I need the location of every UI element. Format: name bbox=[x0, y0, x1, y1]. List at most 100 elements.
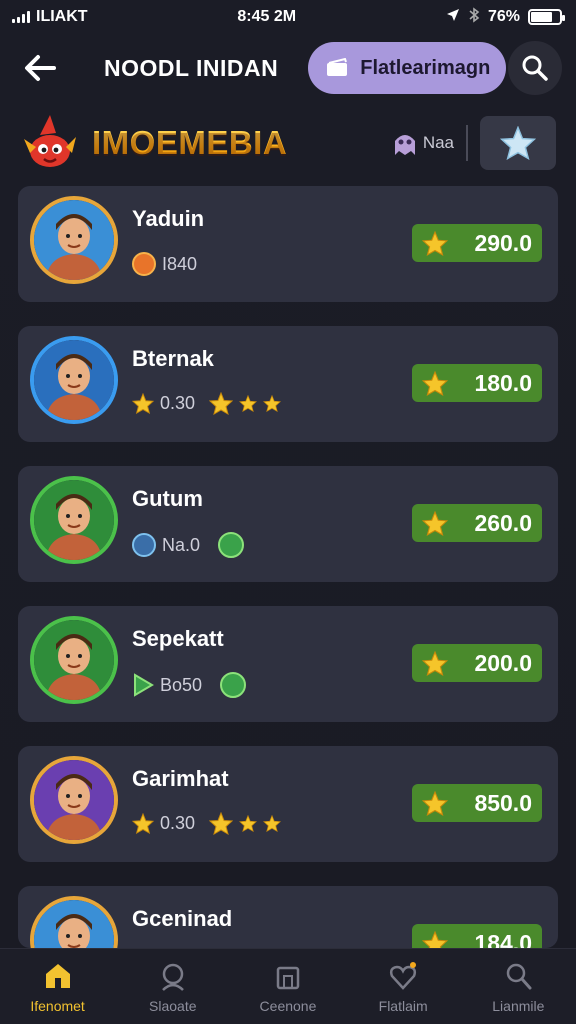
player-avatar bbox=[30, 476, 122, 568]
player-avatar-icon bbox=[34, 480, 114, 560]
brand-row: IMOEMEBIA Naa bbox=[0, 110, 576, 176]
player-avatar-icon bbox=[34, 620, 114, 700]
coin-icon bbox=[132, 533, 156, 557]
star-icon bbox=[422, 370, 448, 396]
bottom-navigation: Ifenomet Slaoate Ceenone Flatlaim Lianmile bbox=[0, 948, 576, 1024]
player-stat-value: 0.30 bbox=[160, 813, 196, 833]
score-badge: 200.0 bbox=[412, 644, 542, 682]
nav-item-search-person[interactable]: Lianmile bbox=[463, 960, 573, 1014]
battery-percent: 76% bbox=[487, 8, 520, 25]
player-card[interactable]: Sepekatt Bo50 200.0 bbox=[18, 606, 558, 722]
player-avatar-icon bbox=[34, 760, 114, 840]
player-avatar bbox=[30, 616, 122, 708]
carrier-label: ILIAKT bbox=[36, 8, 88, 25]
favorites-button[interactable] bbox=[480, 116, 556, 170]
player-stat-value: 0.30 bbox=[160, 393, 196, 413]
score-badge: 290.0 bbox=[412, 224, 542, 262]
nav-item-shop[interactable]: Ceenone bbox=[233, 960, 343, 1014]
signal-icon bbox=[12, 11, 30, 23]
player-stat-value: I840 bbox=[162, 253, 198, 274]
back-button[interactable] bbox=[20, 48, 60, 88]
score-value: 180.0 bbox=[474, 369, 532, 396]
player-stat-value: Na.0 bbox=[162, 534, 201, 555]
home-icon bbox=[45, 963, 70, 988]
player-stat: Na.0 bbox=[132, 532, 245, 558]
star-icon bbox=[209, 392, 234, 415]
search-person-icon bbox=[507, 963, 532, 989]
nav-item-label: Flatlaim bbox=[378, 997, 428, 1014]
star-icon bbox=[239, 395, 258, 412]
nav-item-label: Ifenomet bbox=[30, 997, 85, 1014]
player-avatar-icon bbox=[34, 900, 114, 948]
ghost-badge[interactable]: Naa bbox=[391, 129, 454, 157]
player-name: Gutum bbox=[132, 486, 203, 511]
player-name: Gceninad bbox=[132, 906, 233, 931]
arrow-left-icon bbox=[25, 55, 56, 81]
nav-item-label: Slaoate bbox=[149, 997, 197, 1014]
score-value: 850.0 bbox=[474, 789, 532, 816]
shop-icon bbox=[276, 966, 300, 989]
player-stat: 0.30 bbox=[132, 392, 282, 415]
player-card[interactable]: Bternak 0.30 180.0 bbox=[18, 326, 558, 442]
action-pill-label: Flatlearimagn bbox=[360, 56, 491, 79]
star-icon bbox=[422, 930, 448, 948]
player-avatar bbox=[30, 756, 122, 848]
score-badge: 260.0 bbox=[412, 504, 542, 542]
app-header: NOODL INIDAN Flatlearimagn bbox=[0, 36, 576, 100]
player-avatar-icon bbox=[34, 200, 114, 280]
play-icon bbox=[134, 673, 154, 697]
divider bbox=[466, 125, 468, 161]
nav-item-heart[interactable]: Flatlaim bbox=[348, 960, 458, 1014]
player-avatar bbox=[30, 896, 122, 948]
character-icon bbox=[161, 963, 184, 991]
player-name: Bternak bbox=[132, 346, 214, 371]
battery-icon bbox=[528, 9, 565, 25]
search-button[interactable] bbox=[508, 41, 562, 95]
star-icon bbox=[500, 126, 536, 160]
player-stat-value: Bo50 bbox=[160, 674, 203, 695]
star-icon bbox=[422, 230, 448, 256]
player-stat: I840 bbox=[132, 252, 197, 276]
status-time: 8:45 2M bbox=[237, 8, 297, 25]
action-pill-button[interactable]: Flatlearimagn bbox=[308, 42, 507, 94]
player-card[interactable]: Garimhat 0.30 850.0 bbox=[18, 746, 558, 862]
player-card[interactable]: Gceninad 184.0 bbox=[18, 886, 558, 948]
player-stat: Bo50 bbox=[132, 672, 247, 698]
score-value: 184.0 bbox=[474, 929, 532, 949]
heart-icon bbox=[390, 961, 417, 990]
mascot-logo bbox=[24, 115, 76, 167]
bluetooth-icon bbox=[468, 6, 480, 28]
player-card[interactable]: Yaduin I840 290.0 bbox=[18, 186, 558, 302]
coin-icon bbox=[132, 252, 156, 276]
score-value: 290.0 bbox=[474, 229, 532, 256]
player-avatar bbox=[30, 196, 122, 288]
nav-item-home[interactable]: Ifenomet bbox=[3, 960, 113, 1014]
star-icon bbox=[132, 393, 154, 414]
player-name: Sepekatt bbox=[132, 626, 224, 651]
status-bar: ILIAKT 8:45 2M 76% bbox=[0, 0, 576, 34]
ghost-badge-label: Naa bbox=[422, 133, 454, 152]
star-icon bbox=[132, 813, 154, 834]
player-name: Yaduin bbox=[132, 206, 205, 231]
player-name: Garimhat bbox=[132, 766, 229, 791]
nav-item-character[interactable]: Slaoate bbox=[118, 960, 228, 1014]
star-icon bbox=[422, 510, 448, 536]
search-icon bbox=[522, 55, 548, 81]
nav-item-label: Lianmile bbox=[492, 997, 545, 1014]
green-coin-icon bbox=[220, 672, 247, 698]
ghost-icon bbox=[394, 135, 415, 155]
green-coin-icon bbox=[218, 532, 245, 558]
player-card[interactable]: Gutum Na.0 260.0 bbox=[18, 466, 558, 582]
score-value: 200.0 bbox=[474, 649, 532, 676]
score-value: 260.0 bbox=[474, 509, 532, 536]
star-icon bbox=[209, 812, 234, 835]
page-title: NOODL INIDAN bbox=[104, 54, 279, 81]
star-icon bbox=[263, 395, 282, 412]
location-icon bbox=[446, 8, 460, 27]
ticket-icon bbox=[327, 58, 348, 76]
star-icon bbox=[263, 815, 282, 832]
star-icon bbox=[422, 790, 448, 816]
brand-name: IMOEMEBIA bbox=[92, 124, 288, 161]
nav-item-label: Ceenone bbox=[259, 997, 317, 1014]
player-avatar bbox=[30, 336, 122, 428]
